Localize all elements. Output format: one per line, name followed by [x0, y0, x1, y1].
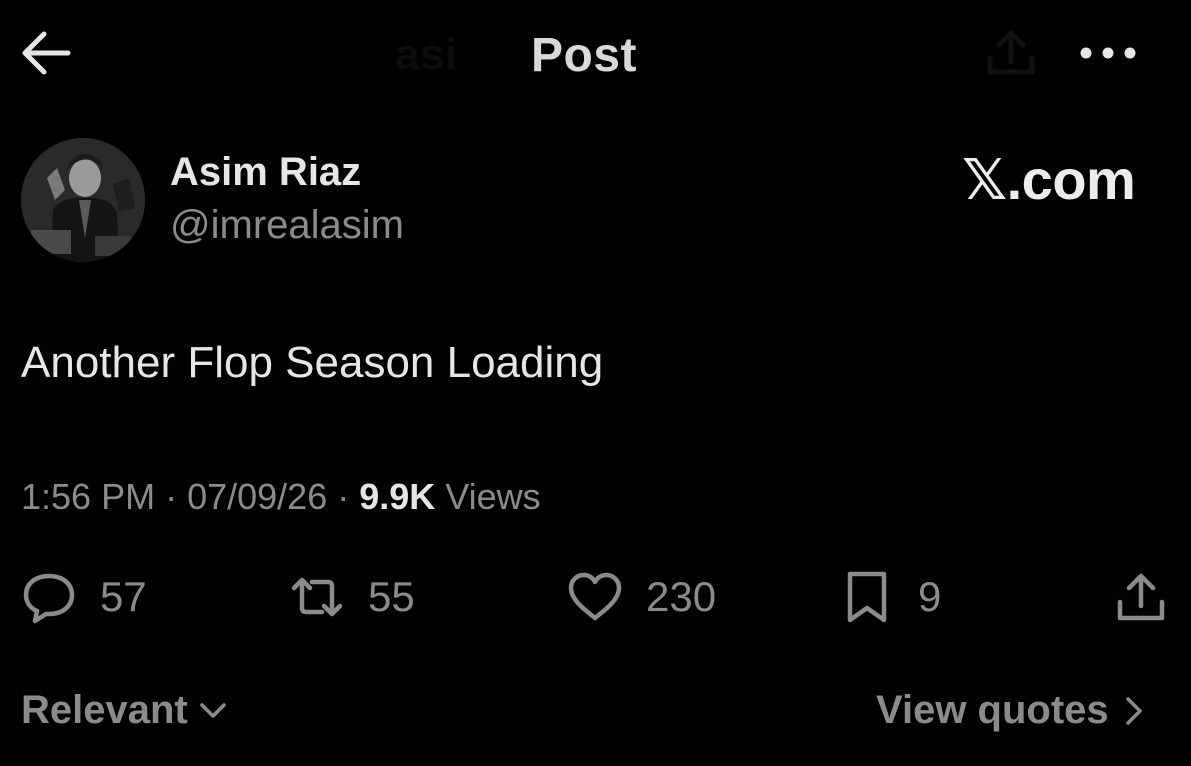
bookmark-icon	[847, 571, 887, 623]
chevron-right-icon	[1125, 696, 1142, 725]
views-count: 9.9K	[359, 476, 436, 517]
share-icon	[1117, 573, 1165, 621]
view-quotes-link[interactable]: View quotes	[876, 688, 1151, 733]
top-bar: asi Post	[0, 0, 1191, 110]
bookmark-count: 9	[918, 573, 942, 620]
avatar-photo	[21, 138, 145, 262]
author-name[interactable]: Asim Riaz	[170, 150, 361, 195]
bookmark-button[interactable]: 9	[838, 566, 941, 628]
repost-icon	[291, 577, 343, 617]
meta-separator: ·	[155, 476, 188, 517]
header-share-button[interactable]	[984, 28, 1038, 78]
repost-button[interactable]: 55	[288, 566, 415, 628]
sort-label: Relevant	[21, 688, 188, 732]
reply-icon	[23, 573, 75, 624]
like-button[interactable]: 230	[566, 566, 716, 628]
arrow-left-icon	[22, 31, 71, 75]
share-icon	[987, 30, 1035, 75]
heart-icon	[568, 572, 622, 621]
like-count: 230	[646, 573, 717, 620]
post-date[interactable]: 07/09/26	[187, 476, 327, 517]
watermark: 𝕏.com	[962, 148, 1136, 211]
share-button[interactable]	[1112, 566, 1170, 628]
avatar[interactable]	[21, 138, 145, 262]
repost-count: 55	[368, 573, 415, 620]
post-meta: 1:56 PM · 07/09/26 · 9.9K Views	[21, 476, 541, 518]
post-text: Another Flop Season Loading	[21, 338, 604, 387]
views-label: Views	[435, 476, 541, 517]
author-handle[interactable]: @imrealasim	[170, 203, 404, 248]
page-title: Post	[531, 29, 638, 82]
sort-replies-dropdown[interactable]: Relevant	[21, 688, 230, 733]
reply-button[interactable]: 57	[20, 566, 147, 628]
more-dots-icon	[1080, 47, 1136, 59]
chevron-down-icon	[200, 702, 226, 718]
meta-separator: ·	[327, 476, 360, 517]
post-time[interactable]: 1:56 PM	[21, 476, 155, 517]
view-quotes-label: View quotes	[876, 688, 1109, 732]
more-options-button[interactable]	[1078, 36, 1138, 70]
back-button[interactable]	[18, 28, 72, 78]
reply-count: 57	[100, 573, 147, 620]
ghost-title: asi	[395, 30, 458, 79]
